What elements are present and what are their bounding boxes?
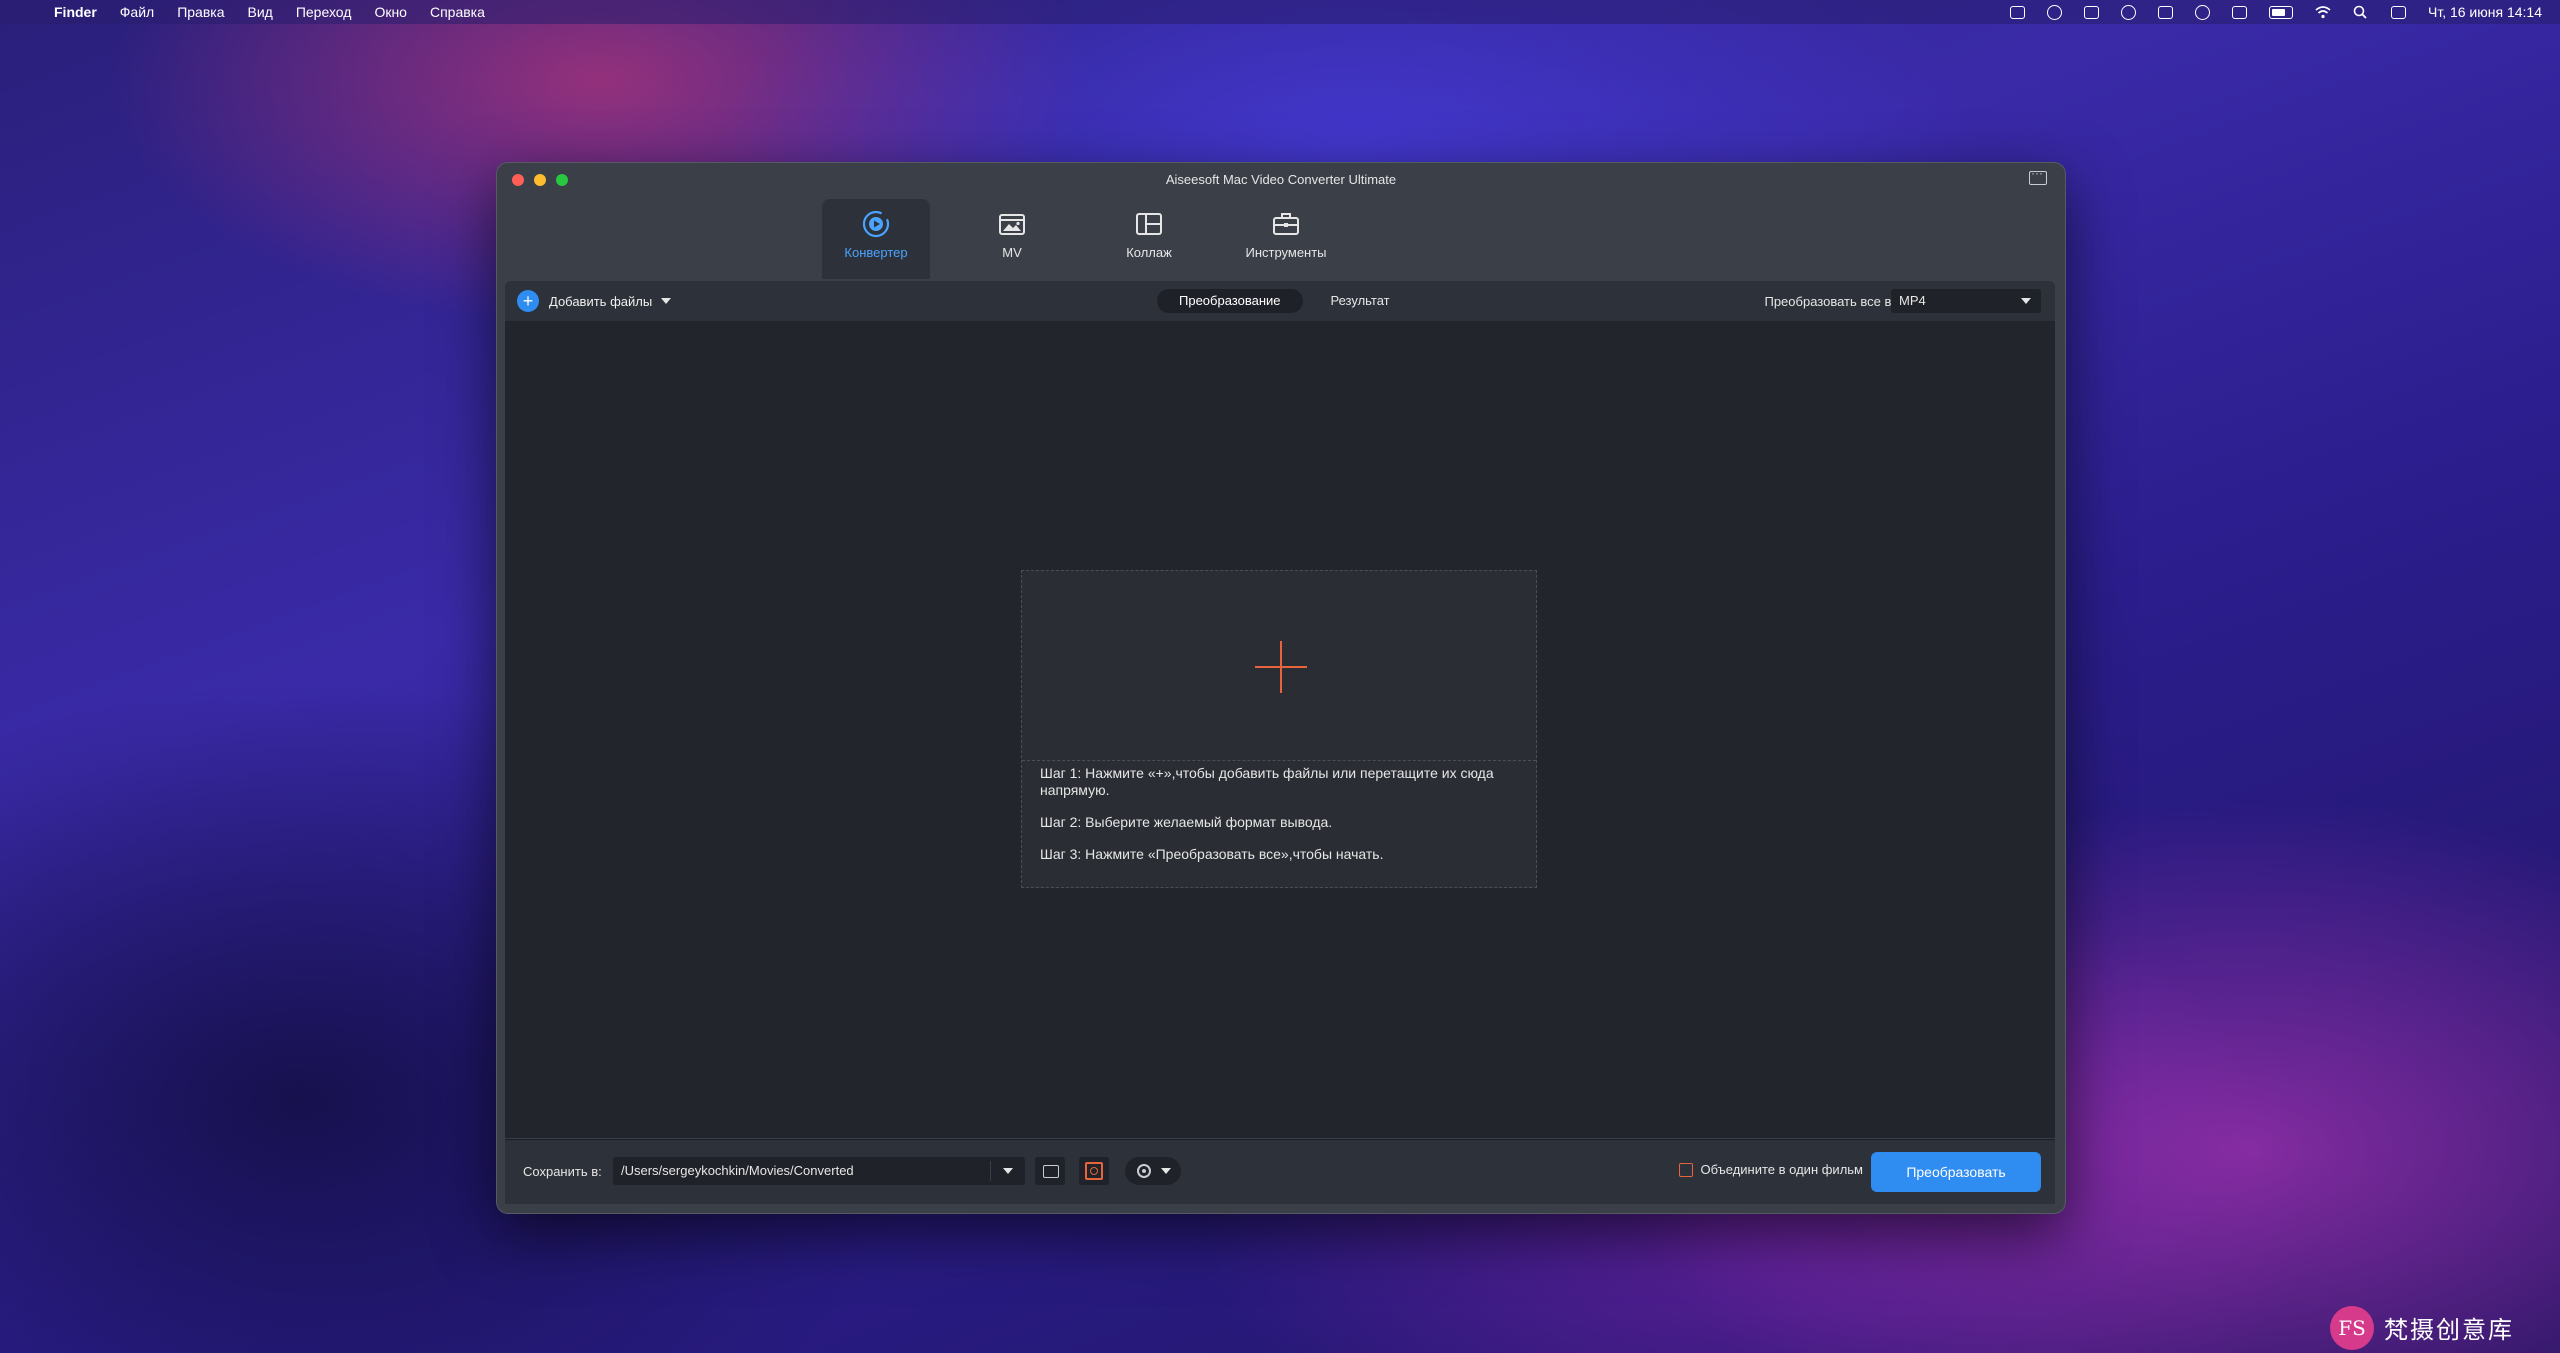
step-2: Шаг 2: Выберите желаемый формат вывода. (1040, 814, 1333, 830)
file-list-area: Шаг 1: Нажмите «+»,чтобы добавить файлы … (505, 321, 2055, 1138)
menu-window[interactable]: Окно (374, 4, 407, 20)
tab-collage[interactable]: Коллаж (1095, 199, 1203, 279)
add-icon: + (517, 290, 539, 312)
feedback-icon[interactable] (2029, 166, 2047, 185)
watermark: FS 梵摄创意库 (2330, 1302, 2560, 1353)
menu-help[interactable]: Справка (430, 4, 485, 20)
chevron-down-icon[interactable] (1003, 1168, 1013, 1174)
collage-icon (1134, 209, 1164, 239)
status-tray: Чт, 16 июня 14:14 (2010, 0, 2542, 24)
gear-icon (1137, 1164, 1151, 1178)
play-icon[interactable] (2195, 4, 2210, 20)
input-source-icon[interactable] (2232, 5, 2247, 19)
tab-mv-label: MV (1002, 245, 1022, 260)
tab-tools[interactable]: Инструменты (1232, 199, 1340, 279)
tab-converter[interactable]: Конвертер (822, 199, 930, 279)
checkbox-icon[interactable] (1678, 1162, 1693, 1177)
search-icon[interactable] (2353, 5, 2369, 19)
wifi-icon[interactable] (2315, 5, 2331, 19)
step-1: Шаг 1: Нажмите «+»,чтобы добавить файлы … (1040, 765, 1494, 798)
chevron-down-icon (2021, 298, 2031, 304)
save-to-label: Сохранить в: (523, 1164, 602, 1179)
output-path-value: /Users/sergeykochkin/Movies/Converted (621, 1163, 854, 1178)
clock[interactable]: Чт, 16 июня 14:14 (2428, 4, 2542, 20)
tab-converter-label: Конвертер (844, 245, 908, 260)
output-path-select[interactable]: /Users/sergeykochkin/Movies/Converted (613, 1157, 1025, 1185)
watermark-logo: FS (2330, 1305, 2374, 1350)
chevron-down-icon (1161, 1168, 1171, 1174)
add-file-area[interactable] (1022, 571, 1536, 761)
bottom-bar: Сохранить в: /Users/sergeykochkin/Movies… (505, 1139, 2055, 1204)
keyboard-icon[interactable] (2158, 5, 2173, 19)
app-window: Aiseesoft Mac Video Converter Ultimate К… (496, 162, 2066, 1214)
tab-result[interactable]: Результат (1309, 289, 1412, 313)
menu-edit[interactable]: Правка (177, 4, 224, 20)
merge-label: Объедините в один фильм (1700, 1162, 1864, 1177)
menu-go[interactable]: Переход (296, 4, 352, 20)
title-bar: Aiseesoft Mac Video Converter Ultimate (497, 163, 2065, 197)
menu-view[interactable]: Вид (248, 4, 273, 20)
folder-icon (1043, 1165, 1059, 1178)
toolbox-icon (1271, 209, 1301, 239)
converter-icon (861, 209, 891, 239)
output-format-select[interactable]: MP4 (1891, 289, 2041, 313)
battery-icon[interactable] (2269, 5, 2293, 19)
main-tabs: Конвертер MV Коллаж Инструменты (497, 199, 2065, 279)
tab-tools-label: Инструменты (1245, 245, 1327, 260)
merge-checkbox[interactable]: Объедините в один фильм (1678, 1162, 1864, 1177)
hardware-acceleration-button[interactable] (1079, 1157, 1109, 1185)
add-files-button[interactable]: + Добавить файлы (517, 290, 672, 312)
tab-collage-label: Коллаж (1126, 245, 1172, 260)
vpn-icon[interactable] (2121, 4, 2136, 20)
tab-conversion[interactable]: Преобразование (1157, 289, 1303, 313)
lock-icon[interactable] (2084, 5, 2099, 19)
instructions: Шаг 1: Нажмите «+»,чтобы добавить файлы … (1040, 765, 1520, 878)
chevron-down-icon[interactable] (661, 298, 672, 304)
settings-button[interactable] (1125, 1157, 1181, 1185)
window-title: Aiseesoft Mac Video Converter Ultimate (1165, 172, 1397, 187)
step-3: Шаг 3: Нажмите «Преобразовать все»,чтобы… (1040, 846, 1384, 862)
add-files-label: Добавить файлы (549, 293, 653, 309)
converter-toolbar: + Добавить файлы Преобразование Результа… (505, 281, 2055, 321)
open-folder-button[interactable] (1035, 1157, 1065, 1185)
drop-zone[interactable]: Шаг 1: Нажмите «+»,чтобы добавить файлы … (1021, 570, 1537, 888)
convert-all-label: Преобразовать все в: (1764, 294, 1895, 309)
tab-mv[interactable]: MV (958, 199, 1066, 279)
menu-file[interactable]: Файл (120, 4, 154, 20)
telegram-icon[interactable] (2047, 4, 2062, 20)
convert-button[interactable]: Преобразовать (1871, 1152, 2041, 1192)
mv-icon (997, 209, 1027, 239)
gpu-icon (1085, 1162, 1103, 1180)
view-switch: Преобразование Результат (1157, 289, 1418, 313)
control-center-icon[interactable] (2391, 5, 2406, 19)
layers-icon[interactable] (2010, 5, 2025, 19)
menu-app-finder[interactable]: Finder (54, 4, 97, 20)
watermark-text: 梵摄创意库 (2384, 1316, 2514, 1344)
menu-bar: Finder Файл Правка Вид Переход Окно Спра… (0, 0, 2560, 24)
output-format-value: MP4 (1899, 293, 1926, 308)
divider (990, 1161, 991, 1181)
plus-icon[interactable] (1255, 641, 1307, 693)
